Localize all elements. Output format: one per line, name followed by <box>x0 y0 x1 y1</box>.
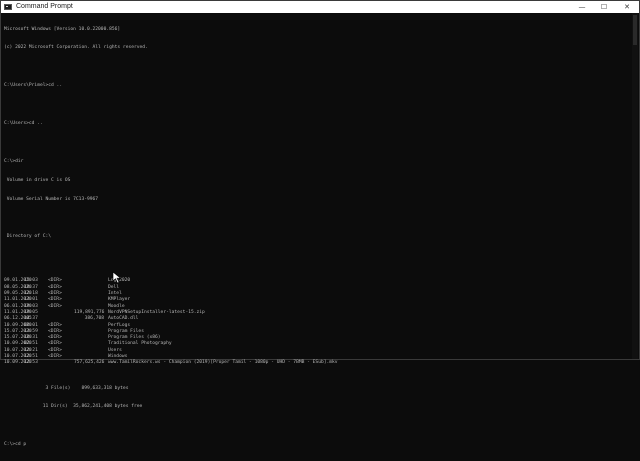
mouse-pointer-icon <box>112 271 122 284</box>
entry-date: 10.09.2020 <box>4 360 32 366</box>
dirs-summary-line: 11 Dir(s) 35,862,241,408 bytes free <box>4 404 143 410</box>
vertical-scrollbar[interactable] <box>632 13 638 359</box>
directory-of-line: Directory of C:\ <box>4 234 52 240</box>
files-summary-line: 3 File(s) 899,633,318 bytes <box>4 385 129 391</box>
current-prompt[interactable]: C:\>cd p <box>4 442 604 448</box>
dir-entry-row: 10.09.2020 12:53 757,625,426 www.TamilRocke… <box>4 360 604 366</box>
version-line: Microsoft Windows [Version 10.0.22000.85… <box>4 26 121 32</box>
console-output[interactable]: Microsoft Windows [Version 10.0.22000.85… <box>4 14 604 461</box>
title-bar[interactable]: Command Prompt — ☐ ✕ <box>1 1 639 13</box>
minimize-button[interactable]: — <box>571 1 593 13</box>
entry-type <box>48 360 74 366</box>
command-line: C:\>dir <box>4 158 24 164</box>
volume-serial-line: Volume Serial Number is 7C13-9967 <box>4 196 99 202</box>
scrollbar-thumb[interactable] <box>633 15 637 45</box>
directory-listing: 09.01.2020 15:03 <DIR> Logs2020 08.05.2020 18… <box>4 278 604 366</box>
terminal-icon <box>4 4 12 10</box>
close-button[interactable]: ✕ <box>615 1 639 13</box>
command-line: C:\Users\Primel>cd .. <box>4 83 63 89</box>
copyright-line: (c) 2022 Microsoft Corporation. All righ… <box>4 45 148 51</box>
entry-name: www.TamilRockers.ws - Champion (2019)[Pr… <box>108 360 338 366</box>
entry-time: 12:53 <box>24 360 38 366</box>
command-line: C:\Users>cd .. <box>4 121 43 127</box>
window-controls: — ☐ ✕ <box>571 1 639 13</box>
command-prompt-window: Command Prompt — ☐ ✕ Microsoft Windows [… <box>0 0 640 447</box>
entry-size: 757,625,426 <box>74 360 105 366</box>
volume-label-line: Volume in drive C is OS <box>4 177 71 183</box>
maximize-button[interactable]: ☐ <box>593 1 615 13</box>
window-title: Command Prompt <box>16 3 73 10</box>
